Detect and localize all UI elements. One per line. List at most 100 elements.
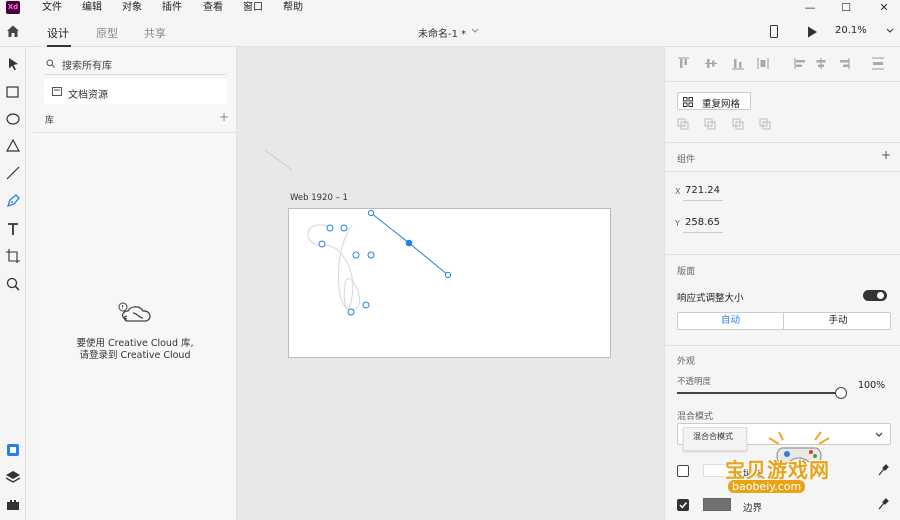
x-field[interactable]: 721.24: [685, 185, 720, 196]
blend-mode-label: 混合模式: [677, 412, 714, 422]
divider: [665, 171, 900, 172]
pen-path[interactable]: [237, 47, 664, 520]
opacity-slider-track[interactable]: [677, 392, 841, 394]
layout-label: 版面: [677, 267, 696, 277]
menu-help[interactable]: 帮助: [283, 1, 303, 15]
rectangle-tool-icon[interactable]: [4, 83, 22, 101]
border-label: 边界: [743, 503, 763, 514]
grid-icon: [683, 97, 693, 107]
responsive-resize-label: 响应式调整大小: [677, 293, 744, 304]
app-logo: Xd: [6, 1, 20, 14]
opacity-value[interactable]: 100%: [858, 380, 885, 391]
fill-checkbox[interactable]: [677, 465, 689, 477]
text-tool-icon[interactable]: [4, 220, 22, 238]
x-label: X: [675, 187, 681, 196]
boolean-ops-toolbar: [677, 118, 771, 130]
divider: [665, 254, 900, 255]
artboard-tool-icon[interactable]: [4, 247, 22, 265]
add-library-icon[interactable]: +: [219, 110, 229, 124]
pen-tool-icon[interactable]: [4, 192, 22, 210]
home-icon[interactable]: [6, 24, 20, 38]
border-color-swatch[interactable]: [703, 498, 731, 511]
plugins-icon[interactable]: [4, 495, 22, 513]
x-field-underline: [683, 200, 723, 201]
component-label: 组件: [677, 155, 696, 165]
anchor-point[interactable]: [367, 251, 375, 259]
y-field[interactable]: 258.65: [685, 217, 720, 228]
watermark-title: 宝贝游戏网: [725, 458, 830, 482]
cc-message-line2: 请登录到 Creative Cloud: [79, 350, 191, 361]
blend-mode-tooltip: 混合合模式: [683, 427, 747, 451]
anchor-point[interactable]: [367, 209, 375, 217]
libraries-panel-icon[interactable]: [4, 441, 22, 459]
divider: [33, 132, 237, 133]
polygon-tool-icon[interactable]: [4, 137, 22, 155]
maximize-icon[interactable]: ☐: [836, 0, 856, 16]
search-icon: [46, 59, 55, 68]
align-toolbar: [678, 57, 884, 70]
tab-share[interactable]: 共享: [144, 25, 166, 41]
add-component-icon[interactable]: +: [881, 148, 891, 162]
responsive-resize-toggle[interactable]: [863, 290, 887, 301]
document-title[interactable]: 未命名-1 *: [418, 25, 466, 40]
zoom-level[interactable]: 20.1%: [835, 25, 867, 36]
menu-view[interactable]: 查看: [203, 1, 223, 15]
menu-window[interactable]: 窗口: [243, 1, 263, 15]
device-preview-icon[interactable]: [769, 25, 779, 39]
minimize-icon[interactable]: —: [800, 0, 820, 16]
chevron-down-icon[interactable]: [471, 28, 479, 34]
close-icon[interactable]: ✕: [874, 0, 894, 16]
menu-file[interactable]: 文件: [42, 1, 62, 15]
creative-cloud-icon: [118, 302, 151, 322]
menu-bar: Xd 文件 编辑 对象 插件 查看 窗口 帮助 — ☐ ✕: [0, 0, 900, 16]
select-tool-icon[interactable]: [4, 55, 22, 73]
library-section-label: 库: [45, 116, 55, 126]
tab-prototype[interactable]: 原型: [96, 25, 118, 41]
tools-bar: [0, 47, 26, 520]
zoom-tool-icon[interactable]: [4, 275, 22, 293]
line-tool-icon[interactable]: [4, 164, 22, 182]
opacity-label: 不透明度: [677, 377, 712, 387]
library-search-input[interactable]: 搜索所有库: [62, 57, 112, 72]
anchor-point[interactable]: [340, 224, 348, 232]
auto-mode-button[interactable]: 自动: [678, 313, 784, 329]
eyedropper-icon[interactable]: [877, 463, 889, 477]
play-icon[interactable]: [807, 26, 818, 38]
zoom-chevron-icon[interactable]: [886, 28, 894, 34]
divider: [44, 74, 226, 75]
ellipse-tool-icon[interactable]: [4, 110, 22, 128]
watermark-url: baobeiy.com: [728, 480, 806, 493]
y-field-underline: [683, 232, 723, 233]
appearance-label: 外观: [677, 357, 696, 367]
menu-edit[interactable]: 编辑: [82, 1, 102, 15]
eyedropper-icon[interactable]: [877, 497, 889, 511]
divider: [665, 142, 900, 143]
chevron-down-icon: [875, 432, 883, 437]
document-assets-item[interactable]: 文档资源: [44, 79, 227, 104]
mode-toolbar: 设计 原型 共享 未命名-1 * 20.1%: [0, 16, 900, 47]
repeat-grid-button[interactable]: 重复网格: [677, 92, 751, 110]
opacity-slider-handle[interactable]: [835, 387, 847, 399]
anchor-point[interactable]: [318, 240, 326, 248]
divider: [665, 81, 900, 82]
checkmark-icon: [679, 502, 688, 509]
repeat-grid-label: 重复网格: [702, 99, 741, 110]
anchor-point[interactable]: [347, 308, 355, 316]
anchor-point[interactable]: [352, 251, 360, 259]
layers-icon[interactable]: [4, 468, 22, 486]
resize-mode-segmented: 自动 手动: [677, 312, 891, 330]
manual-mode-button[interactable]: 手动: [785, 313, 891, 329]
document-assets-label: 文档资源: [68, 90, 108, 101]
border-checkbox[interactable]: [677, 499, 689, 511]
canvas[interactable]: Web 1920 – 1: [237, 47, 664, 520]
anchor-point[interactable]: [326, 224, 334, 232]
menu-object[interactable]: 对象: [122, 1, 142, 15]
anchor-point[interactable]: [362, 301, 370, 309]
selected-anchor-point[interactable]: [405, 239, 413, 247]
divider: [665, 345, 900, 346]
menu-plugins[interactable]: 插件: [162, 1, 182, 15]
document-icon: [52, 87, 62, 96]
tab-design[interactable]: 设计: [47, 25, 69, 41]
anchor-point[interactable]: [444, 271, 452, 279]
toggle-knob: [877, 292, 884, 299]
